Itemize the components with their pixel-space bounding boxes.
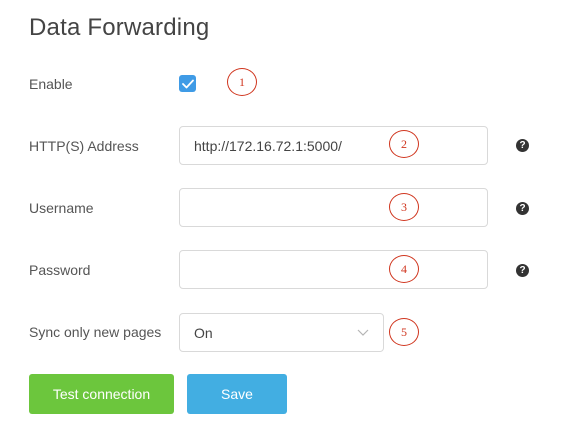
callout-4: 4 (389, 255, 419, 283)
address-input[interactable]: http://172.16.72.1:5000/ (179, 126, 488, 165)
test-connection-button[interactable]: Test connection (29, 374, 174, 414)
address-value: http://172.16.72.1:5000/ (194, 137, 342, 154)
username-label: Username (29, 200, 94, 216)
password-label: Password (29, 262, 91, 278)
address-help-icon[interactable]: ? (516, 139, 529, 152)
chevron-down-icon (357, 329, 369, 336)
enable-label: Enable (29, 76, 73, 92)
callout-2: 2 (389, 130, 419, 158)
sync-selected-value: On (194, 324, 213, 341)
checkmark-icon (181, 79, 194, 88)
password-input[interactable] (179, 250, 488, 289)
password-help-icon[interactable]: ? (516, 264, 529, 277)
enable-checkbox[interactable] (179, 75, 196, 92)
sync-label: Sync only new pages (29, 324, 162, 340)
save-button[interactable]: Save (187, 374, 287, 414)
username-input[interactable] (179, 188, 488, 227)
sync-select[interactable]: On (179, 313, 384, 352)
username-help-icon[interactable]: ? (516, 202, 529, 215)
callout-3: 3 (389, 193, 419, 221)
address-label: HTTP(S) Address (29, 138, 139, 154)
callout-5: 5 (389, 318, 419, 346)
page-title: Data Forwarding (29, 14, 210, 41)
callout-1: 1 (227, 68, 257, 96)
